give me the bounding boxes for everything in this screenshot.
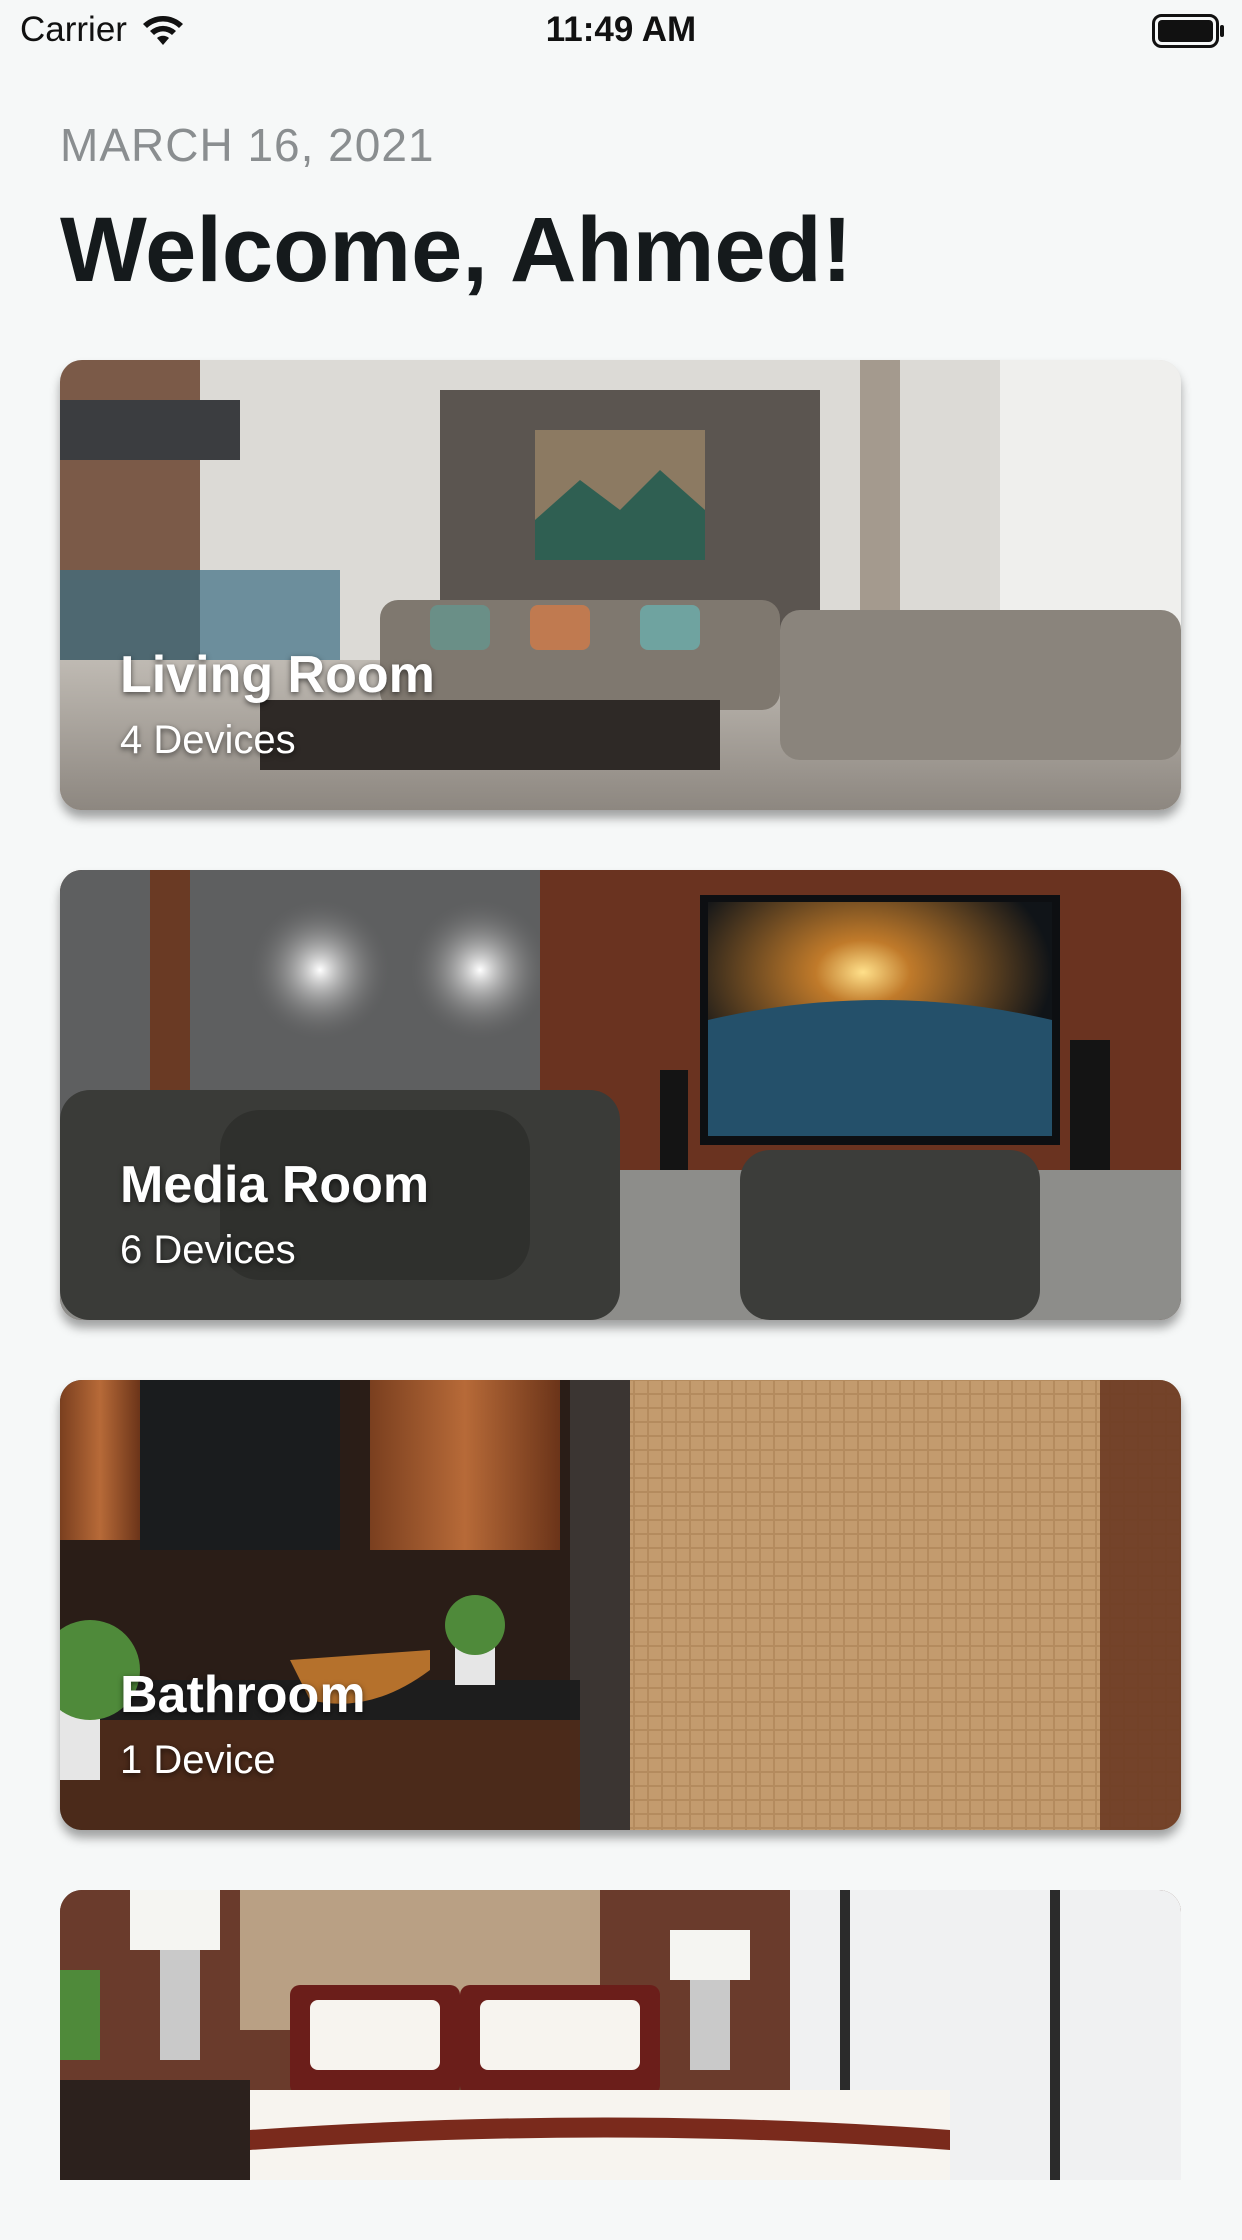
room-card-bedroom[interactable]	[60, 1890, 1181, 2180]
battery-icon	[1152, 14, 1224, 48]
bedroom-photo	[60, 1890, 1181, 2180]
room-device-count: 1 Device	[120, 1738, 276, 1782]
room-card-bathroom[interactable]: Bathroom 1 Device	[60, 1380, 1181, 1830]
welcome-title: Welcome, Ahmed!	[60, 199, 853, 301]
status-time: 11:49 AM	[545, 10, 697, 49]
room-card-living-room[interactable]: Living Room 4 Devices	[60, 360, 1181, 810]
room-card-media-room[interactable]: Media Room 6 Devices	[60, 870, 1181, 1320]
room-name: Living Room	[120, 646, 435, 704]
status-bar: Carrier 11:49 AM	[0, 0, 1242, 62]
room-device-count: 6 Devices	[120, 1228, 296, 1272]
room-device-count: 4 Devices	[120, 718, 296, 762]
room-list: Living Room 4 Devices Media Room 6 Devic…	[60, 360, 1181, 2240]
room-name: Bathroom	[120, 1666, 366, 1724]
date-label: MARCH 16, 2021	[60, 119, 435, 171]
room-name: Media Room	[120, 1156, 430, 1214]
